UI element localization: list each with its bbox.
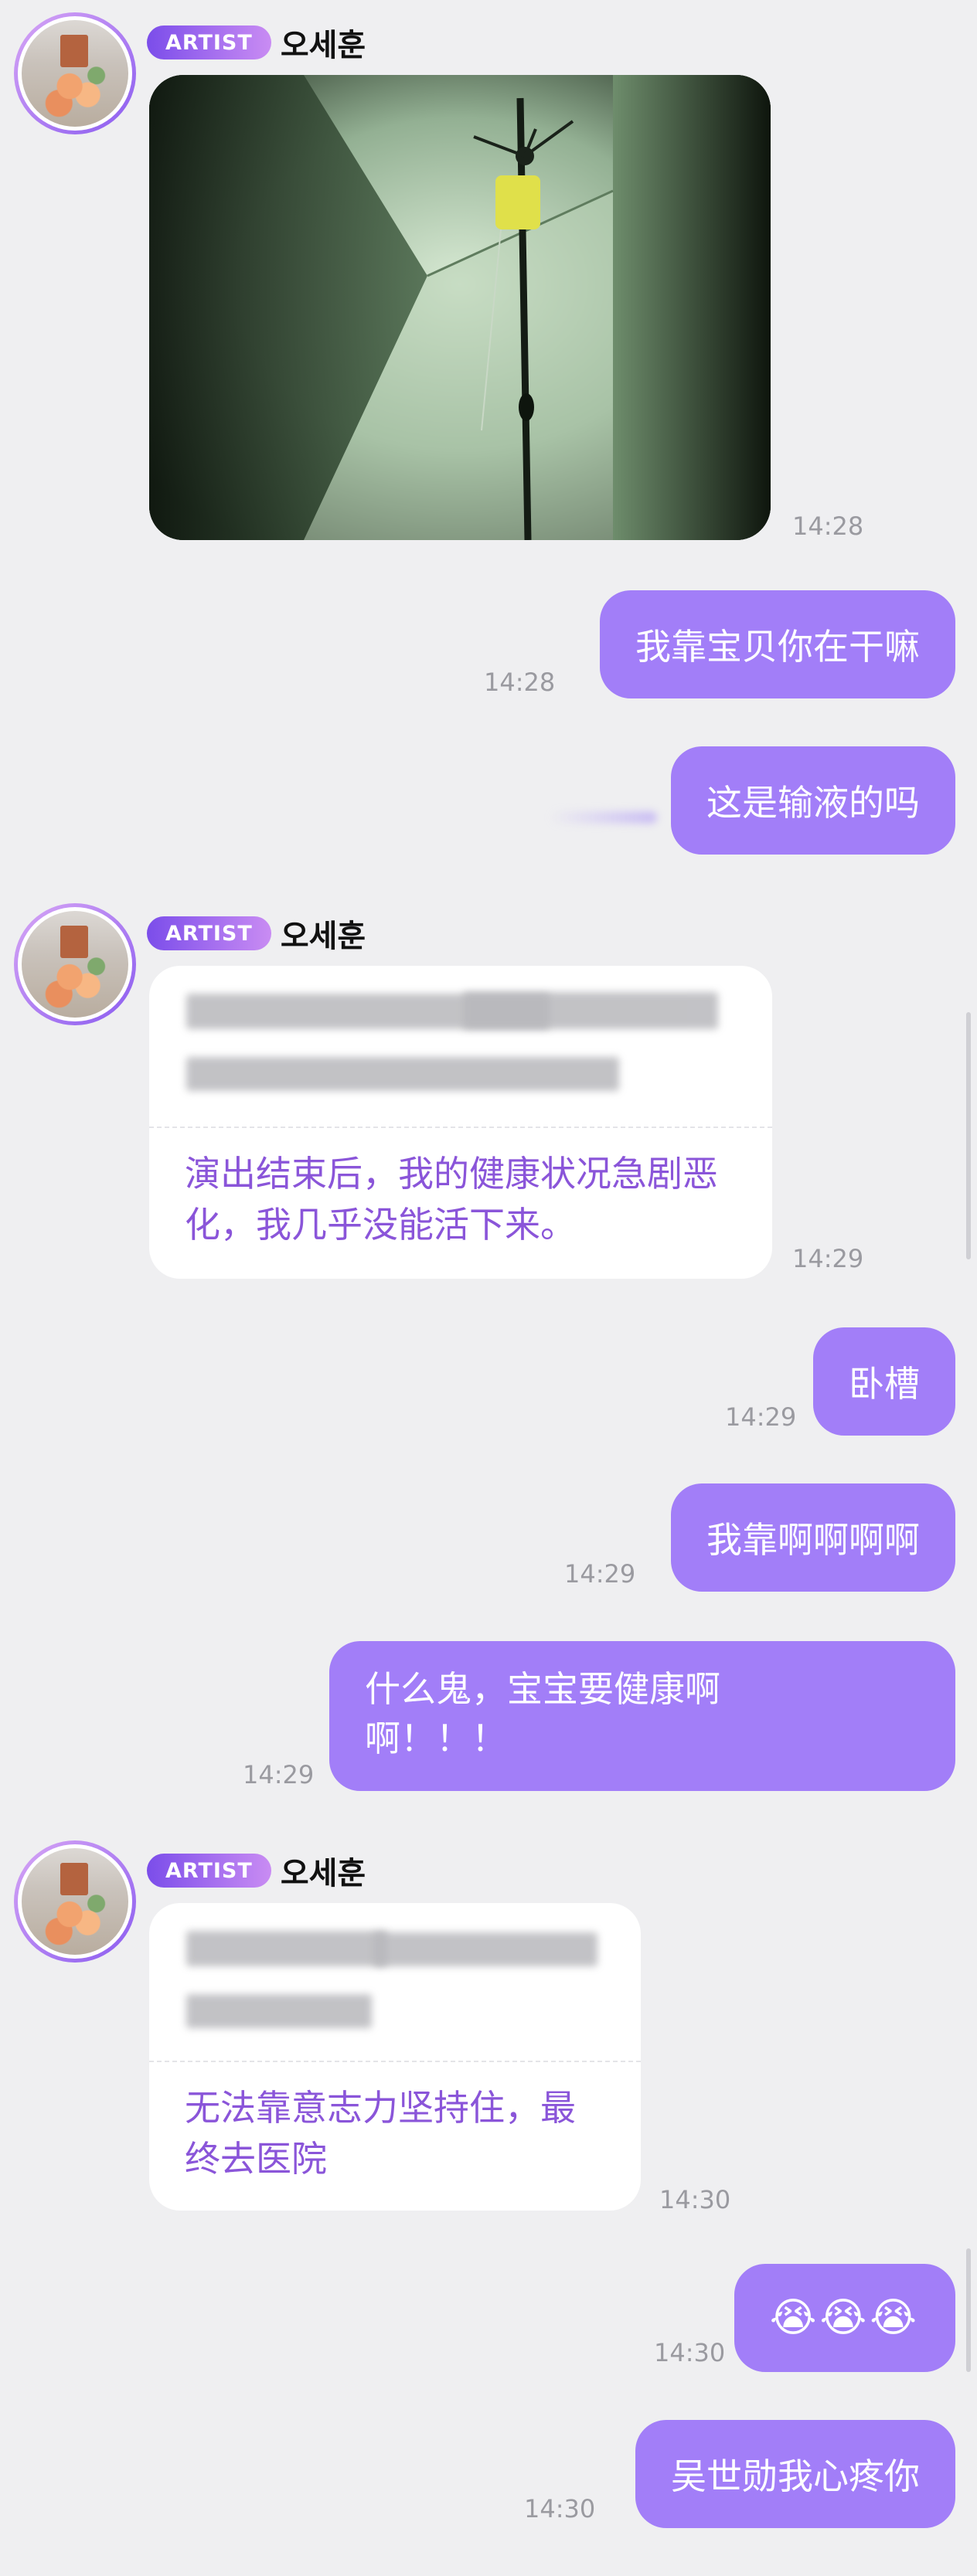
message-text: 吴世勋我心疼你: [671, 2455, 920, 2497]
artist-avatar[interactable]: [14, 903, 136, 1025]
message-time: 14:29: [243, 1760, 315, 1789]
photo-message[interactable]: [149, 75, 771, 540]
outgoing-message[interactable]: 我靠宝贝你在干嘛: [600, 590, 955, 698]
artist-message-group: ARTIST 오세훈 演出结束后，我的健康状况急剧恶化，我几乎没能活下来。 14…: [0, 891, 977, 1293]
message-time: 14:29: [564, 1559, 636, 1589]
translation-text: 无法靠意志力坚持住，最终去医院: [185, 2087, 576, 2180]
artist-avatar[interactable]: [14, 12, 136, 134]
message-text: 我靠啊啊啊啊: [706, 1519, 920, 1561]
ui-artifact: [549, 811, 657, 824]
translation-text: 演出结束后，我的健康状况急剧恶化，我几乎没能活下来。: [185, 1153, 718, 1246]
artist-badge: ARTIST: [147, 1854, 271, 1888]
sender-row: ARTIST 오세훈: [147, 20, 366, 65]
message-text: 我靠宝贝你在干嘛: [635, 626, 920, 668]
artist-badge: ARTIST: [147, 25, 271, 59]
artist-avatar[interactable]: [14, 1840, 136, 1963]
message-time: 14:30: [654, 2338, 726, 2367]
translated-message[interactable]: 无法靠意志力坚持住，最终去医院: [149, 1903, 641, 2211]
sender-row: ARTIST 오세훈: [147, 911, 366, 956]
translated-message[interactable]: 演出结束后，我的健康状况急剧恶化，我几乎没能活下来。: [149, 966, 772, 1279]
message-text: 什么鬼，宝宝要健康啊啊！！！: [365, 1668, 720, 1759]
message-time: 14:29: [725, 1402, 797, 1432]
outgoing-message[interactable]: 卧槽: [813, 1327, 955, 1436]
original-text-blurred: [149, 966, 772, 1128]
message-text: 这是输液的吗: [706, 782, 920, 824]
artist-badge: ARTIST: [147, 916, 271, 950]
sender-name[interactable]: 오세훈: [281, 20, 366, 65]
outgoing-message[interactable]: 什么鬼，宝宝要健康啊啊！！！: [329, 1641, 955, 1791]
sender-name[interactable]: 오세훈: [281, 1848, 366, 1893]
message-time: 14:29: [792, 1244, 864, 1273]
artist-message-group: ARTIST 오세훈 无法靠意志力坚持住，最终去医院 14:30: [0, 1828, 977, 2230]
message-text: 卧槽: [849, 1363, 920, 1405]
outgoing-message[interactable]: 我靠啊啊啊啊: [671, 1483, 955, 1592]
original-text-blurred: [149, 1903, 641, 2062]
iv-pole-photo: [149, 75, 771, 540]
scrollbar-thumb[interactable]: [966, 2248, 971, 2372]
outgoing-message[interactable]: 这是输液的吗: [671, 746, 955, 855]
chat-thread: ARTIST 오세훈 14:28 14:28 我靠宝贝你在干嘛 这是输液的吗 A…: [0, 0, 977, 2576]
sender-row: ARTIST 오세훈: [147, 1848, 366, 1893]
artist-message-group: ARTIST 오세훈 14:28: [0, 0, 977, 556]
outgoing-message[interactable]: 😭😭😭: [734, 2264, 955, 2372]
message-time: 14:30: [524, 2494, 596, 2523]
crying-emoji: 😭😭😭: [769, 2295, 920, 2341]
sender-name[interactable]: 오세훈: [281, 911, 366, 956]
message-time: 14:28: [792, 511, 864, 541]
scrollbar-thumb[interactable]: [966, 1012, 971, 1259]
outgoing-message[interactable]: 吴世勋我心疼你: [635, 2420, 955, 2528]
message-time: 14:28: [484, 668, 556, 697]
message-time: 14:30: [659, 2185, 731, 2214]
